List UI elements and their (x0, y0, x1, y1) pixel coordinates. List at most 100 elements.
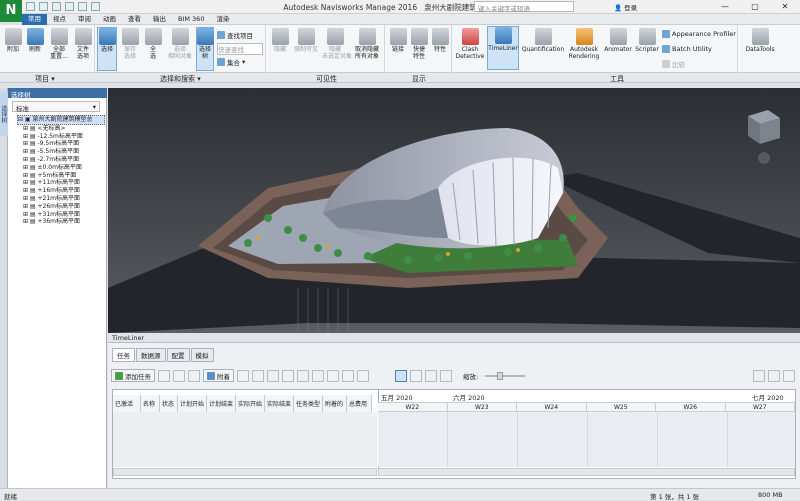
sets-dropdown[interactable]: 集合 ▾ (217, 57, 245, 67)
delete-task-icon[interactable] (188, 369, 200, 382)
insert-task-icon[interactable] (158, 369, 170, 382)
tab-configure[interactable]: 配置 (166, 348, 190, 362)
tab-review[interactable]: 审阅 (72, 14, 97, 25)
tab-render[interactable]: 渲染 (210, 14, 235, 25)
tree-item[interactable]: ⊞ ▤ -2.7m标高平面 (17, 156, 105, 164)
maximize-button[interactable]: ▢ (740, 0, 770, 14)
auto-add-icon[interactable] (173, 369, 185, 382)
side-tab-selection-tree[interactable]: 选择树 (0, 92, 8, 136)
col-attached[interactable]: 附着的 (323, 395, 347, 412)
zoom-slider[interactable] (485, 371, 526, 380)
col-planned-start[interactable]: 计划开始 (178, 395, 207, 412)
tree-root[interactable]: ⊟ ▣ 泉州大剧院建筑模型总 (17, 115, 105, 125)
minimize-button[interactable]: — (710, 0, 740, 14)
quantification-icon[interactable] (534, 28, 552, 45)
links-icon[interactable] (389, 28, 407, 45)
search-input[interactable]: 键入关键字或短语 (474, 1, 574, 13)
tab-simulate[interactable]: 模拟 (190, 348, 214, 362)
move-down-icon[interactable] (327, 369, 339, 382)
select-same-icon[interactable] (171, 28, 189, 45)
tab-output[interactable]: 输出 (147, 14, 172, 25)
datatools-icon[interactable] (751, 28, 769, 45)
append-icon[interactable] (4, 28, 22, 45)
col-actual-end[interactable]: 实际结束 (265, 395, 294, 412)
task-grid-body[interactable] (113, 412, 377, 467)
file-options-icon[interactable] (74, 28, 92, 45)
selection-tree-icon[interactable] (197, 28, 214, 45)
scripter-icon[interactable] (638, 28, 656, 45)
tree-item[interactable]: ⊞ ▤ -5.5m标高平面 (17, 148, 105, 156)
move-up-icon[interactable] (312, 369, 324, 382)
import-icon[interactable] (768, 369, 780, 382)
appearance-profiler-button[interactable]: Appearance Profiler (662, 30, 736, 38)
comment-icon[interactable] (342, 369, 354, 382)
3d-viewport[interactable] (108, 88, 800, 333)
col-planned-end[interactable]: 计划结束 (207, 395, 236, 412)
tree-item[interactable]: ⊞ ▤ ±0.0m标高平面 (17, 164, 105, 172)
tree-mode-select[interactable]: 标准 ▾ (12, 101, 100, 113)
rendering-teapot-icon[interactable] (575, 28, 593, 45)
export-icon[interactable] (753, 369, 765, 382)
hide-icon[interactable] (271, 28, 289, 45)
gantt-planned-icon[interactable] (410, 369, 422, 382)
attach-button[interactable]: 附着 (203, 369, 234, 382)
tab-bim360[interactable]: BIM 360 (172, 14, 210, 25)
timeliner-icon[interactable] (494, 27, 512, 44)
tab-home[interactable]: 常用 (22, 13, 47, 25)
gantt-off-icon[interactable] (440, 369, 452, 382)
tree-item[interactable]: ⊞ ▤ +26m标高平面 (17, 203, 105, 211)
indent-icon[interactable] (282, 369, 294, 382)
close-button[interactable]: ✕ (770, 0, 800, 14)
tab-view[interactable]: 查看 (122, 14, 147, 25)
model-scene[interactable] (108, 88, 800, 333)
animator-icon[interactable] (609, 28, 627, 45)
tab-tasks[interactable]: 任务 (112, 348, 135, 362)
select-all-icon[interactable] (144, 28, 162, 45)
nav-wheel-icon[interactable] (758, 152, 770, 164)
auto-attach-icon[interactable] (237, 369, 249, 382)
force-visible-icon[interactable] (297, 28, 315, 45)
col-status[interactable]: 状态 (160, 395, 178, 412)
quick-properties-icon[interactable] (410, 28, 428, 45)
add-task-button[interactable]: 添加任务 (111, 369, 155, 382)
gantt-horizontal-scrollbar[interactable] (378, 468, 795, 476)
tree-item[interactable]: ⊞ ▤ +11m标高平面 (17, 179, 105, 187)
outdent-icon[interactable] (297, 369, 309, 382)
gantt-view-icon[interactable] (395, 369, 407, 382)
columns-icon[interactable] (357, 369, 369, 382)
col-name[interactable]: 名称 (141, 395, 160, 412)
navisworks-logo-icon[interactable]: N (0, 0, 22, 22)
quick-find-input[interactable]: 快速查找 (217, 43, 263, 55)
compare-button[interactable]: 比较 (662, 59, 685, 69)
col-task-type[interactable]: 任务类型 (294, 395, 323, 412)
refresh-icon[interactable] (26, 28, 44, 45)
tree-item[interactable]: ⊞ ▤ +16m标高平面 (17, 187, 105, 195)
tab-viewpoint[interactable]: 视点 (47, 14, 72, 25)
group-label-project[interactable]: 项目 ▾ (35, 74, 55, 84)
tree-item[interactable]: ⊞ ▤ +36m标高平面 (17, 218, 105, 226)
col-total-cost[interactable]: 总费用 (347, 395, 372, 412)
hide-unselected-icon[interactable] (326, 28, 344, 45)
tab-data-sources[interactable]: 数据源 (136, 348, 166, 362)
filter-icon[interactable] (267, 369, 279, 382)
group-label-select[interactable]: 选择和搜索 ▾ (160, 74, 201, 84)
grid-horizontal-scrollbar[interactable] (113, 468, 377, 476)
gantt-body[interactable] (378, 412, 795, 467)
properties-icon[interactable] (431, 28, 449, 45)
tree-item[interactable]: ⊞ ▤ <无标高> (17, 125, 105, 133)
viewcube-icon[interactable] (748, 110, 780, 144)
col-active[interactable]: 已激活 (113, 395, 141, 412)
find-items-button[interactable]: 查找项目 (217, 30, 253, 40)
select-cursor-icon[interactable] (98, 28, 116, 45)
tab-animation[interactable]: 动画 (97, 14, 122, 25)
zoom-slider-thumb[interactable] (497, 371, 504, 380)
rules-icon[interactable] (252, 369, 264, 382)
batch-utility-button[interactable]: Batch Utility (662, 45, 712, 53)
tree-item[interactable]: ⊞ ▤ +21m标高平面 (17, 195, 105, 203)
col-actual-start[interactable]: 实际开始 (236, 395, 265, 412)
settings-icon[interactable] (783, 369, 795, 382)
save-selection-icon[interactable] (121, 28, 139, 45)
reset-all-icon[interactable] (50, 28, 68, 45)
login-button[interactable]: 👤 登录 (614, 2, 637, 12)
unhide-all-icon[interactable] (358, 28, 376, 45)
